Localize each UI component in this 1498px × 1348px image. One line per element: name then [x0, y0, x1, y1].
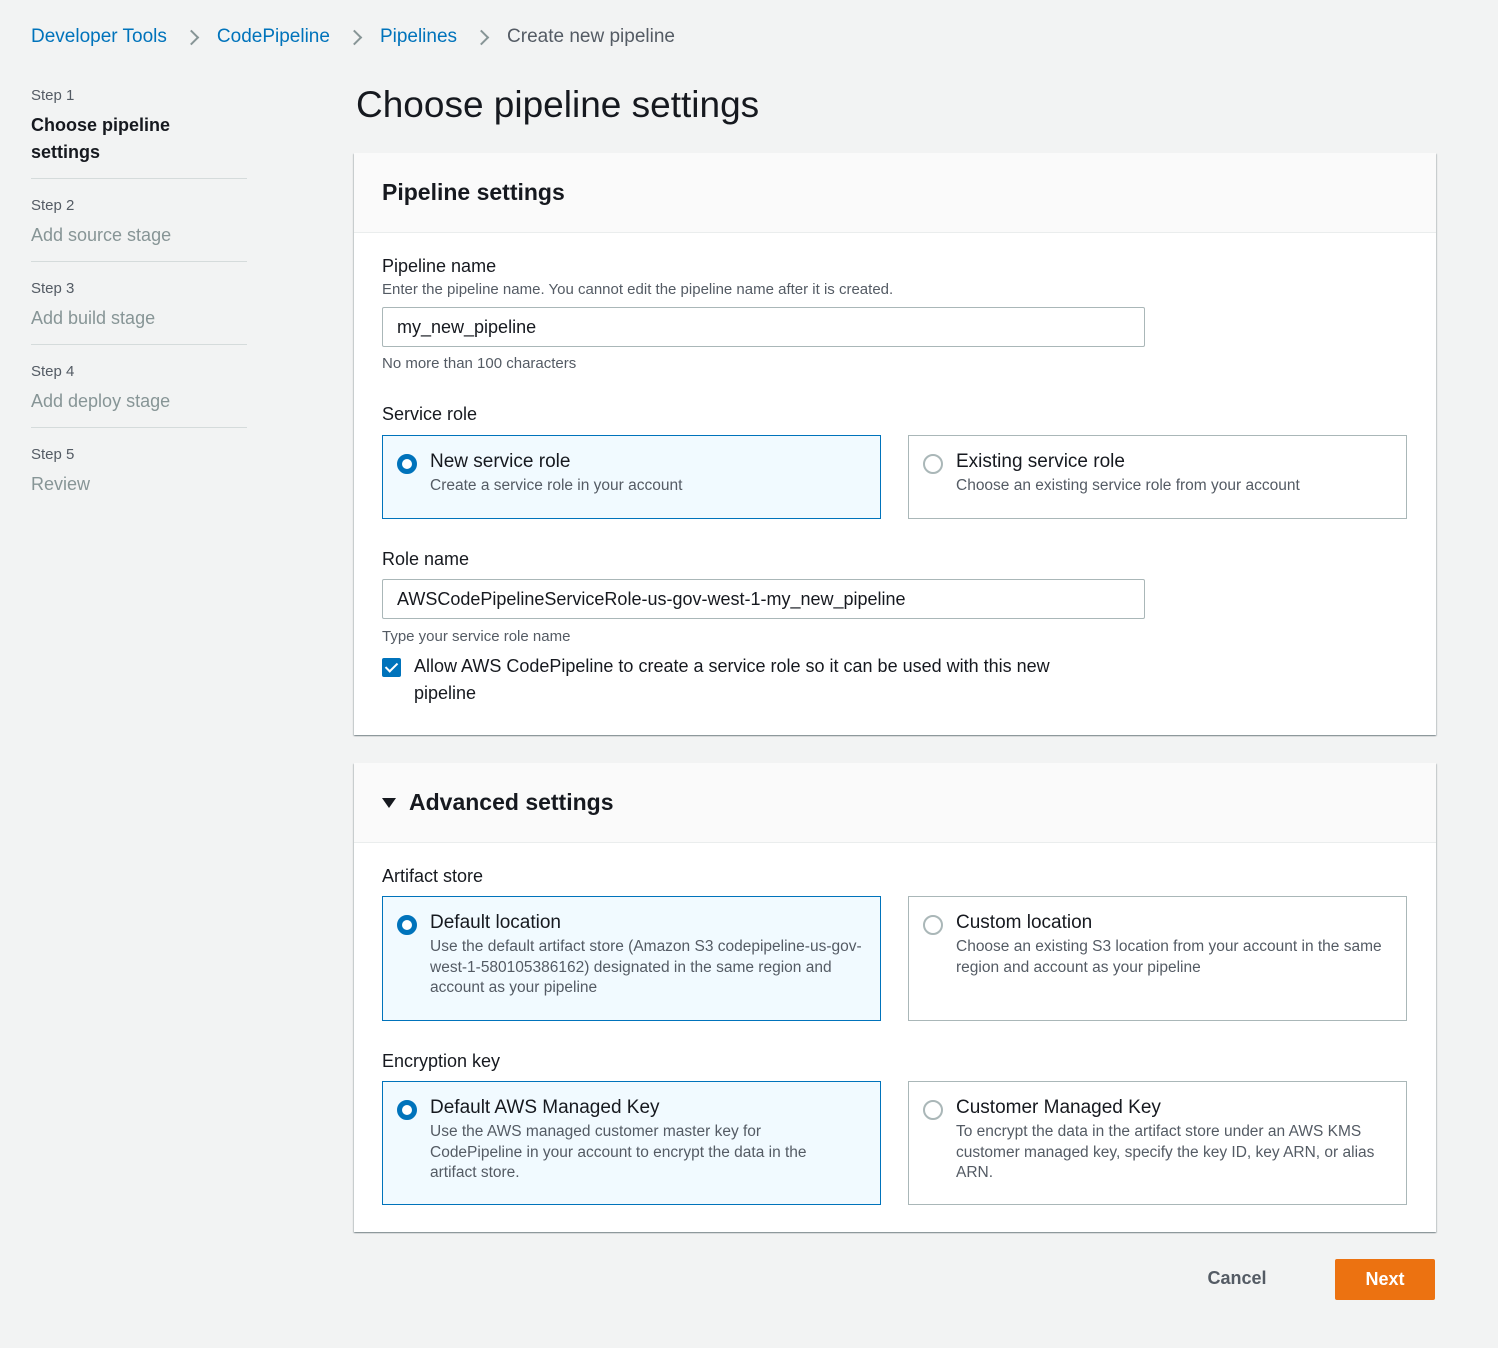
service-role-label: Service role [382, 404, 478, 424]
advanced-settings-title[interactable]: Advanced settings [409, 789, 614, 816]
tile-title: Custom location [956, 912, 1093, 933]
role-name-constraint: Type your service role name [382, 628, 571, 645]
pipeline-name-label: Pipeline name [382, 256, 497, 276]
encryption-key-label: Encryption key [382, 1051, 501, 1071]
next-button[interactable]: Next [1335, 1259, 1435, 1300]
tile-title: Default location [430, 912, 561, 933]
advanced-settings-body: Artifact store Default location Use the … [354, 843, 1436, 1232]
step-number: Step 1 [31, 87, 75, 104]
radio-unselected-icon[interactable] [923, 454, 943, 474]
new-service-role-tile[interactable]: New service role Create a service role i… [382, 435, 881, 519]
breadcrumb: Developer Tools CodePipeline Pipelines C… [31, 24, 675, 50]
allow-service-role-label[interactable]: Allow AWS CodePipeline to create a servi… [414, 653, 1114, 707]
step-title: Add source stage [31, 225, 172, 245]
breadcrumb-current: Create new pipeline [507, 26, 675, 47]
role-name-label: Role name [382, 549, 470, 569]
step-number: Step 5 [31, 446, 75, 463]
pipeline-name-input[interactable] [382, 307, 1145, 347]
custom-location-tile[interactable]: Custom location Choose an existing S3 lo… [908, 896, 1407, 1021]
tile-description: Use the AWS managed customer master key … [430, 1123, 807, 1181]
radio-unselected-icon[interactable] [923, 915, 943, 935]
step-number: Step 4 [31, 363, 75, 380]
step-title: Choose pipeline settings [31, 115, 171, 162]
tile-description: Create a service role in your account [430, 477, 683, 494]
default-location-tile[interactable]: Default location Use the default artifac… [382, 896, 881, 1021]
step-title: Review [31, 474, 91, 494]
wizard-step-3: Step 3 Add build stage [31, 279, 247, 345]
step-number: Step 3 [31, 280, 75, 297]
wizard-step-5: Step 5 Review [31, 445, 247, 510]
wizard-step-2: Step 2 Add source stage [31, 196, 247, 262]
chevron-right-icon [185, 24, 199, 50]
checkbox-checked-icon[interactable] [382, 658, 401, 677]
step-title: Add build stage [31, 308, 156, 328]
tile-title: New service role [430, 451, 571, 472]
tile-description: Choose an existing S3 location from your… [956, 938, 1382, 976]
breadcrumb-codepipeline[interactable]: CodePipeline [217, 26, 330, 48]
radio-selected-icon[interactable] [397, 1100, 417, 1120]
advanced-settings-header[interactable]: Advanced settings [354, 763, 1436, 843]
page-title: Choose pipeline settings [356, 84, 760, 125]
breadcrumb-pipelines[interactable]: Pipelines [380, 26, 457, 48]
caret-down-icon[interactable] [382, 797, 396, 808]
radio-unselected-icon[interactable] [923, 1100, 943, 1120]
cancel-button[interactable]: Cancel [1196, 1258, 1278, 1299]
step-title: Add deploy stage [31, 391, 171, 411]
role-name-input[interactable] [382, 579, 1145, 619]
tile-title: Customer Managed Key [956, 1097, 1161, 1118]
customer-managed-key-tile[interactable]: Customer Managed Key To encrypt the data… [908, 1081, 1407, 1205]
tile-description: To encrypt the data in the artifact stor… [956, 1123, 1375, 1181]
pipeline-settings-panel: Pipeline settings Pipeline name Enter th… [354, 153, 1436, 735]
pipeline-name-description: Enter the pipeline name. You cannot edit… [382, 281, 894, 298]
artifact-store-label: Artifact store [382, 866, 484, 886]
advanced-settings-panel: Advanced settings Artifact store Default… [354, 763, 1436, 1232]
tile-description: Use the default artifact store (Amazon S… [430, 938, 862, 996]
chevron-right-icon [475, 24, 489, 50]
wizard-step-1: Step 1 Choose pipeline settings [31, 86, 247, 179]
step-number: Step 2 [31, 197, 75, 214]
tile-title: Existing service role [956, 451, 1125, 472]
radio-selected-icon[interactable] [397, 915, 417, 935]
tile-description: Choose an existing service role from you… [956, 477, 1300, 494]
breadcrumb-developer-tools[interactable]: Developer Tools [31, 26, 167, 48]
tile-title: Default AWS Managed Key [430, 1097, 660, 1118]
pipeline-settings-body: Pipeline name Enter the pipeline name. Y… [354, 233, 1436, 735]
existing-service-role-tile[interactable]: Existing service role Choose an existing… [908, 435, 1407, 519]
wizard-steps: Step 1 Choose pipeline settings Step 2 A… [31, 86, 247, 527]
radio-selected-icon[interactable] [397, 454, 417, 474]
pipeline-name-constraint: No more than 100 characters [382, 355, 577, 372]
chevron-right-icon [348, 24, 362, 50]
default-aws-managed-key-tile[interactable]: Default AWS Managed Key Use the AWS mana… [382, 1081, 881, 1205]
wizard-step-4: Step 4 Add deploy stage [31, 362, 247, 428]
pipeline-settings-header: Pipeline settings [354, 153, 1436, 233]
